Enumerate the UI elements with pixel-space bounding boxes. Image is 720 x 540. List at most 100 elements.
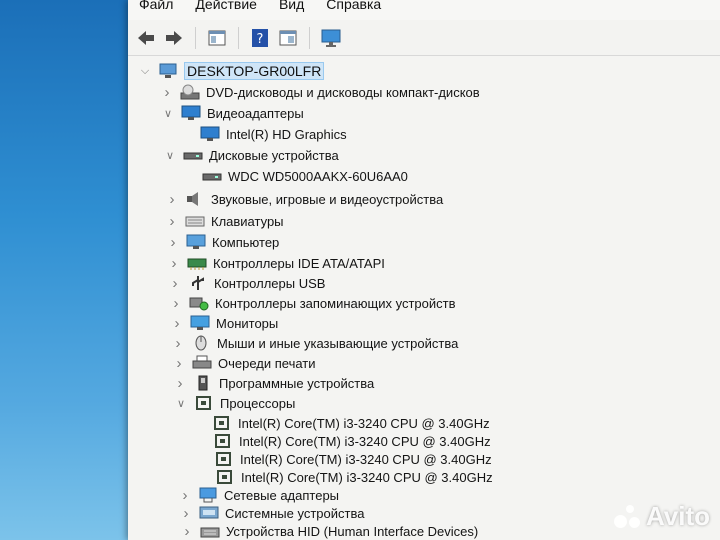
tree-item-label: Мыши и иные указывающие устройства: [217, 335, 459, 351]
tree-category-item[interactable]: › Устройства HID (Human Interface Devices…: [180, 521, 479, 540]
tree-root-label: DESKTOP-GR00LFR: [184, 62, 325, 80]
tree-category-item[interactable]: › Контроллеры USB: [168, 273, 326, 293]
tree-item-label: Контроллеры запоминающих устройств: [215, 295, 456, 311]
tree-item-label: Контроллеры IDE ATA/ATAPI: [213, 255, 385, 271]
device-manager-window: Файл Действие Вид Справка ? ⌵ DESKTOP-GR…: [128, 0, 720, 540]
chevron-down-icon[interactable]: ∨: [174, 396, 188, 410]
tree-root[interactable]: ⌵ DESKTOP-GR00LFR: [138, 61, 325, 81]
software-device-icon: [193, 375, 213, 391]
toolbar-separator: [238, 26, 239, 49]
menu-help[interactable]: Справка: [315, 0, 392, 11]
show-hide-tree-button[interactable]: [205, 26, 229, 50]
tree-device-item[interactable]: WDC WD5000AAKX-60U6AA0: [202, 166, 408, 186]
processor-icon: [194, 395, 214, 411]
chevron-right-icon[interactable]: ›: [168, 275, 182, 292]
chevron-right-icon[interactable]: ›: [172, 355, 186, 372]
back-arrow-icon: [138, 30, 154, 45]
tree-category-item[interactable]: ∨ Дисковые устройства: [163, 145, 339, 165]
storage-controller-icon: [189, 295, 209, 311]
chevron-right-icon[interactable]: ›: [166, 234, 180, 251]
chevron-down-icon[interactable]: ∨: [163, 148, 177, 162]
tree-item-label: Процессоры: [220, 395, 296, 411]
computer-icon: [186, 234, 206, 250]
dvd-drive-icon: [180, 84, 200, 100]
chevron-right-icon[interactable]: ›: [178, 487, 192, 504]
tree-category-item[interactable]: › DVD-дисководы и дисководы компакт-диско…: [160, 82, 480, 102]
tree-category-item[interactable]: › Клавиатуры: [165, 211, 284, 231]
avito-logo-icon: [612, 503, 642, 531]
help-button[interactable]: ?: [248, 26, 272, 50]
tree-item-label: Очереди печати: [218, 355, 316, 371]
menu-view[interactable]: Вид: [268, 0, 315, 11]
network-adapter-icon: [198, 487, 218, 503]
chevron-right-icon[interactable]: ›: [167, 255, 181, 272]
avito-watermark: Avito: [612, 501, 710, 532]
tree-category-item[interactable]: › Звуковые, игровые и видеоустройства: [165, 189, 444, 209]
disk-drive-icon: [202, 168, 222, 184]
forward-arrow-icon: [166, 30, 182, 45]
tree-item-label: DVD-дисководы и дисководы компакт-дисков: [206, 84, 480, 100]
mouse-icon: [191, 335, 211, 351]
monitor-icon: [321, 29, 341, 47]
tree-item-label: Дисковые устройства: [209, 147, 339, 163]
display-adapter-icon: [200, 126, 220, 142]
tree-category-item[interactable]: › Мыши и иные указывающие устройства: [171, 333, 459, 353]
tree-item-label: Intel(R) HD Graphics: [226, 126, 347, 142]
tree-category-item[interactable]: › Очереди печати: [172, 353, 316, 373]
tree-item-label: Сетевые адаптеры: [224, 487, 340, 503]
menu-bar: Файл Действие Вид Справка: [128, 0, 720, 20]
processor-icon: [213, 433, 233, 449]
menu-file[interactable]: Файл: [128, 0, 184, 11]
tree-category-item[interactable]: › Компьютер: [166, 232, 280, 252]
help-icon: ?: [252, 28, 268, 47]
scan-hardware-button[interactable]: [319, 26, 343, 50]
chevron-right-icon[interactable]: ›: [169, 295, 183, 312]
tree-item-label: Клавиатуры: [211, 213, 284, 229]
hid-icon: [200, 523, 220, 539]
avito-wordmark: Avito: [645, 501, 710, 531]
chevron-right-icon[interactable]: ›: [173, 375, 187, 392]
chevron-right-icon[interactable]: ›: [179, 505, 193, 522]
menu-action[interactable]: Действие: [184, 0, 268, 11]
tree-item-label: Intel(R) Core(TM) i3-3240 CPU @ 3.40GHz: [238, 415, 490, 431]
chevron-right-icon[interactable]: ›: [160, 84, 174, 101]
tree-category-item[interactable]: ∨ Видеоадаптеры: [161, 103, 304, 123]
show-hide-tree-icon: [208, 30, 226, 45]
tree-category-item[interactable]: › Системные устройства: [179, 503, 365, 523]
tree-category-item[interactable]: › Контроллеры запоминающих устройств: [169, 293, 456, 313]
disk-drive-icon: [183, 147, 203, 163]
system-device-icon: [199, 505, 219, 521]
chevron-right-icon[interactable]: ›: [180, 523, 194, 540]
tree-item-label: Звуковые, игровые и видеоустройства: [211, 191, 444, 207]
tree-category-item[interactable]: › Мониторы: [170, 313, 279, 333]
chevron-right-icon[interactable]: ›: [165, 213, 179, 230]
tree-item-label: Intel(R) Core(TM) i3-3240 CPU @ 3.40GHz: [241, 469, 493, 485]
tree-device-item[interactable]: Intel(R) Core(TM) i3-3240 CPU @ 3.40GHz: [213, 431, 491, 451]
toolbar: ?: [128, 20, 720, 56]
display-adapter-icon: [181, 105, 201, 121]
tree-category-item[interactable]: › Программные устройства: [173, 373, 375, 393]
tree-device-item[interactable]: Intel(R) Core(TM) i3-3240 CPU @ 3.40GHz: [212, 413, 490, 433]
tree-item-label: WDC WD5000AAKX-60U6AA0: [228, 168, 408, 184]
forward-button[interactable]: [162, 26, 186, 50]
back-button[interactable]: [134, 26, 158, 50]
computer-icon: [158, 63, 178, 79]
chevron-right-icon[interactable]: ›: [171, 335, 185, 352]
tree-device-item[interactable]: Intel(R) Core(TM) i3-3240 CPU @ 3.40GHz: [214, 449, 492, 469]
monitor-icon: [190, 315, 210, 331]
tree-category-item[interactable]: ∨ Процессоры: [174, 393, 295, 413]
tree-item-label: Мониторы: [216, 315, 279, 331]
tree-category-item[interactable]: › Сетевые адаптеры: [178, 485, 340, 505]
tree-device-item[interactable]: Intel(R) Core(TM) i3-3240 CPU @ 3.40GHz: [215, 467, 493, 487]
chevron-right-icon[interactable]: ›: [165, 191, 179, 208]
svg-text:?: ?: [257, 32, 264, 47]
chevron-right-icon[interactable]: ›: [170, 315, 184, 332]
tree-category-item[interactable]: › Контроллеры IDE ATA/ATAPI: [167, 253, 385, 273]
chevron-down-icon[interactable]: ∨: [161, 106, 175, 120]
tree-device-item[interactable]: Intel(R) HD Graphics: [200, 124, 347, 144]
properties-button[interactable]: [276, 26, 300, 50]
printer-icon: [192, 355, 212, 371]
speaker-icon: [185, 191, 205, 207]
properties-icon: [279, 30, 297, 45]
chevron-down-icon[interactable]: ⌵: [138, 64, 152, 78]
